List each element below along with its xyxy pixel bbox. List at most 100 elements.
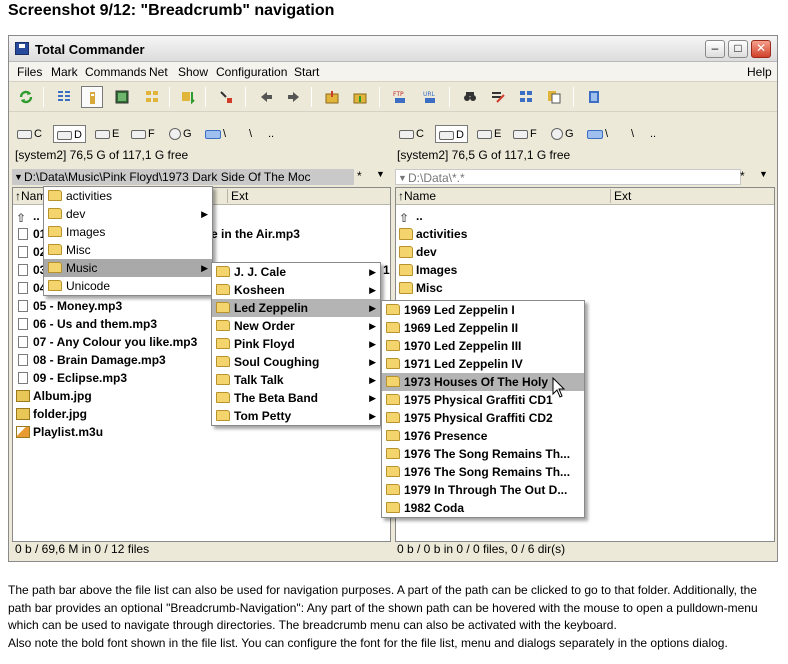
path-dropdown-icon[interactable]: ▼ [14, 169, 23, 185]
drive-f-right[interactable]: F [513, 125, 537, 143]
sync-dirs-icon[interactable] [515, 86, 537, 108]
invert-selection-icon[interactable] [215, 86, 237, 108]
menu-item-album[interactable]: 1976 The Song Remains Th... [382, 445, 584, 463]
file-row[interactable]: 05 - Money.mp3 [16, 297, 122, 315]
drive-f-left[interactable]: F [131, 125, 155, 143]
network-drive-left[interactable]: \ [205, 125, 226, 143]
drive-c-right[interactable]: C [399, 125, 424, 143]
left-path-text[interactable]: D:\Data\Music\Pink Floyd\1973 Dark Side … [24, 170, 311, 184]
url-connect-icon[interactable]: URL [419, 86, 441, 108]
parent-dir-left[interactable]: .. [268, 125, 274, 143]
menu-item-album[interactable]: 1969 Led Zeppelin II [382, 319, 584, 337]
menu-show[interactable]: Show [178, 65, 208, 79]
left-history-dropdown[interactable]: ▼ [376, 169, 385, 179]
file-row[interactable]: 03 [16, 261, 46, 279]
detailed-view-icon[interactable] [81, 86, 103, 108]
path-dropdown-icon[interactable]: ▼ [398, 170, 407, 186]
menu-item-album[interactable]: 1979 In Through The Out D... [382, 481, 584, 499]
sort-icon[interactable] [177, 86, 199, 108]
file-row-parent[interactable]: ⇧.. [399, 207, 423, 225]
menu-mark[interactable]: Mark [51, 65, 78, 79]
file-row[interactable]: Album.jpg [16, 387, 92, 405]
left-path-bar[interactable]: ▼ D:\Data\Music\Pink Floyd\1973 Dark Sid… [12, 169, 354, 185]
file-row[interactable]: 04 [16, 279, 46, 297]
forward-icon[interactable] [283, 86, 305, 108]
notepad-icon[interactable] [583, 86, 605, 108]
menu-item-album[interactable]: 1975 Physical Graffiti CD2 [382, 409, 584, 427]
folder-row[interactable]: activities [399, 225, 467, 243]
file-row[interactable]: 06 - Us and them.mp3 [16, 315, 157, 333]
menu-item-album[interactable]: 1970 Led Zeppelin III [382, 337, 584, 355]
network-drive-right[interactable]: \ [587, 125, 608, 143]
root-dir-left[interactable]: \ [249, 125, 252, 143]
right-path-bar[interactable]: ▼ D:\Data\*.* [395, 169, 741, 185]
drive-c-left[interactable]: C [17, 125, 42, 143]
drive-e-right[interactable]: E [477, 125, 501, 143]
parent-dir-right[interactable]: .. [650, 125, 656, 143]
root-dir-right[interactable]: \ [631, 125, 634, 143]
drive-g-right[interactable]: G [551, 125, 574, 143]
file-row[interactable]: 01 [16, 225, 46, 243]
menu-item-jj-cale[interactable]: J. J. Cale ▶ [212, 263, 380, 281]
left-filter-star[interactable]: * [357, 169, 362, 183]
menu-configuration[interactable]: Configuration [216, 65, 287, 79]
menu-item-misc[interactable]: Misc [44, 241, 212, 259]
file-row[interactable]: 09 - Eclipse.mp3 [16, 369, 127, 387]
back-icon[interactable] [255, 86, 277, 108]
brief-view-icon[interactable] [53, 86, 75, 108]
refresh-icon[interactable] [15, 86, 37, 108]
menu-item-album[interactable]: 1969 Led Zeppelin I [382, 301, 584, 319]
menu-item-soul-coughing[interactable]: Soul Coughing ▶ [212, 353, 380, 371]
menu-help[interactable]: Help [747, 65, 772, 79]
maximize-button[interactable]: □ [728, 40, 748, 58]
menu-item-images[interactable]: Images [44, 223, 212, 241]
drive-d-right[interactable]: D [435, 125, 468, 143]
find-icon[interactable] [459, 86, 481, 108]
menu-item-album[interactable]: 1976 The Song Remains Th... [382, 463, 584, 481]
menu-item-music[interactable]: Music ▶ [44, 259, 212, 277]
col-name-header[interactable]: ↑Nam [15, 189, 46, 203]
right-history-dropdown[interactable]: ▼ [759, 169, 768, 179]
drive-g-left[interactable]: G [169, 125, 192, 143]
copy-names-icon[interactable] [543, 86, 565, 108]
file-row[interactable]: 02 [16, 243, 46, 261]
file-row-parent[interactable]: ⇧.. [16, 207, 40, 225]
menu-item-talk-talk[interactable]: Talk Talk ▶ [212, 371, 380, 389]
file-row[interactable]: Playlist.m3u [16, 423, 103, 441]
col-ext-header[interactable]: Ext [231, 189, 248, 203]
menu-commands[interactable]: Commands [85, 65, 146, 79]
col-ext-header[interactable]: Ext [614, 189, 631, 203]
menu-item-pink-floyd[interactable]: Pink Floyd ▶ [212, 335, 380, 353]
file-row[interactable]: 07 - Any Colour you like.mp3 [16, 333, 197, 351]
menu-item-album[interactable]: 1982 Coda [382, 499, 584, 517]
drive-e-left[interactable]: E [95, 125, 119, 143]
menu-item-album[interactable]: 1971 Led Zeppelin IV [382, 355, 584, 373]
right-filter-star[interactable]: * [740, 169, 745, 183]
file-row[interactable]: folder.jpg [16, 405, 87, 423]
pack-icon[interactable] [321, 86, 343, 108]
close-button[interactable]: ✕ [751, 40, 771, 58]
right-path-text[interactable]: D:\Data\*.* [408, 171, 465, 185]
menu-item-led-zeppelin[interactable]: Led Zeppelin ▶ [212, 299, 380, 317]
file-row[interactable]: 08 - Brain Damage.mp3 [16, 351, 166, 369]
menu-files[interactable]: Files [17, 65, 42, 79]
multi-rename-icon[interactable] [487, 86, 509, 108]
title-bar[interactable]: Total Commander – □ ✕ [9, 36, 777, 62]
menu-start[interactable]: Start [294, 65, 319, 79]
menu-item-tom-petty[interactable]: Tom Petty ▶ [212, 407, 380, 425]
ftp-connect-icon[interactable]: FTP [389, 86, 411, 108]
folder-row[interactable]: Misc [399, 279, 443, 297]
menu-item-album[interactable]: 1976 Presence [382, 427, 584, 445]
col-name-header[interactable]: ↑Name [398, 189, 436, 203]
menu-item-the-beta-band[interactable]: The Beta Band ▶ [212, 389, 380, 407]
unpack-icon[interactable] [349, 86, 371, 108]
menu-item-new-order[interactable]: New Order ▶ [212, 317, 380, 335]
menu-item-unicode[interactable]: Unicode [44, 277, 212, 295]
menu-item-dev[interactable]: dev ▶ [44, 205, 212, 223]
folder-row[interactable]: Images [399, 261, 457, 279]
menu-net[interactable]: Net [149, 65, 168, 79]
folder-row[interactable]: dev [399, 243, 437, 261]
thumbnails-icon[interactable] [111, 86, 133, 108]
menu-item-activities[interactable]: activities [44, 187, 212, 205]
menu-item-kosheen[interactable]: Kosheen ▶ [212, 281, 380, 299]
